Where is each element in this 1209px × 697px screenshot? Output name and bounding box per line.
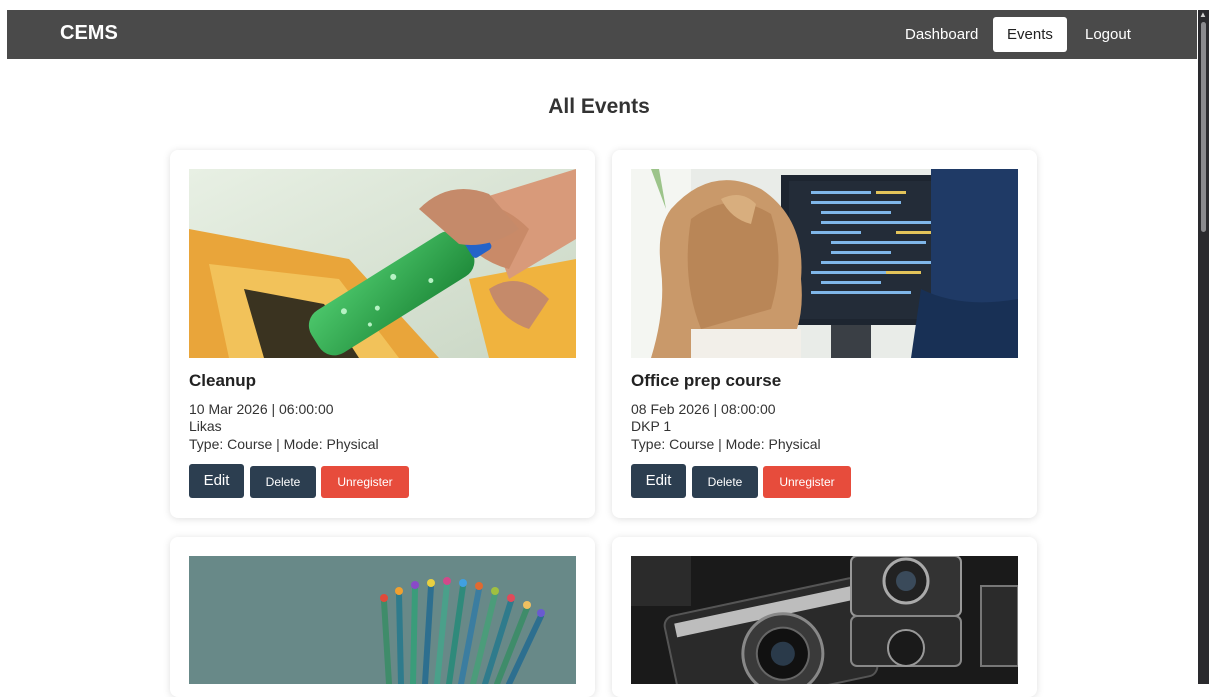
scroll-up-arrow-icon[interactable]: ▲ — [1199, 10, 1207, 19]
event-card-office-prep: Office prep course 08 Feb 2026 | 08:00:0… — [612, 150, 1037, 518]
event-datetime: 08 Feb 2026 | 08:00:00 — [631, 401, 776, 417]
delete-button[interactable]: Delete — [250, 466, 316, 498]
brand-logo[interactable]: CEMS — [60, 22, 118, 45]
nav-logout[interactable]: Logout — [1071, 17, 1145, 52]
navbar: CEMS Dashboard Events Logout — [7, 10, 1197, 59]
event-image-coding — [631, 169, 1018, 358]
vertical-scrollbar[interactable]: ▲ — [1198, 10, 1209, 684]
nav-dashboard[interactable]: Dashboard — [891, 17, 992, 52]
event-type-mode: Type: Course | Mode: Physical — [189, 436, 379, 452]
event-card-cleanup: Cleanup 10 Mar 2026 | 06:00:00 Likas Typ… — [170, 150, 595, 518]
delete-button[interactable]: Delete — [692, 466, 758, 498]
event-datetime: 10 Mar 2026 | 06:00:00 — [189, 401, 334, 417]
nav-events[interactable]: Events — [993, 17, 1067, 52]
page-title: All Events — [548, 95, 650, 118]
event-location: Likas — [189, 418, 222, 434]
event-location: DKP 1 — [631, 418, 672, 434]
top-strip — [0, 0, 1209, 10]
unregister-button[interactable]: Unregister — [763, 466, 851, 498]
event-card-3 — [170, 537, 595, 697]
event-image-plastic-bottle — [189, 169, 576, 358]
event-type-mode: Type: Course | Mode: Physical — [631, 436, 821, 452]
event-title[interactable]: Cleanup — [189, 371, 256, 391]
edit-button[interactable]: Edit — [631, 464, 686, 498]
event-image-colored-pencils — [189, 556, 576, 684]
event-title[interactable]: Office prep course — [631, 371, 781, 391]
event-card-4 — [612, 537, 1037, 697]
scrollbar-thumb[interactable] — [1201, 22, 1206, 232]
edit-button[interactable]: Edit — [189, 464, 244, 498]
unregister-button[interactable]: Unregister — [321, 466, 409, 498]
event-image-vintage-cameras — [631, 556, 1018, 684]
